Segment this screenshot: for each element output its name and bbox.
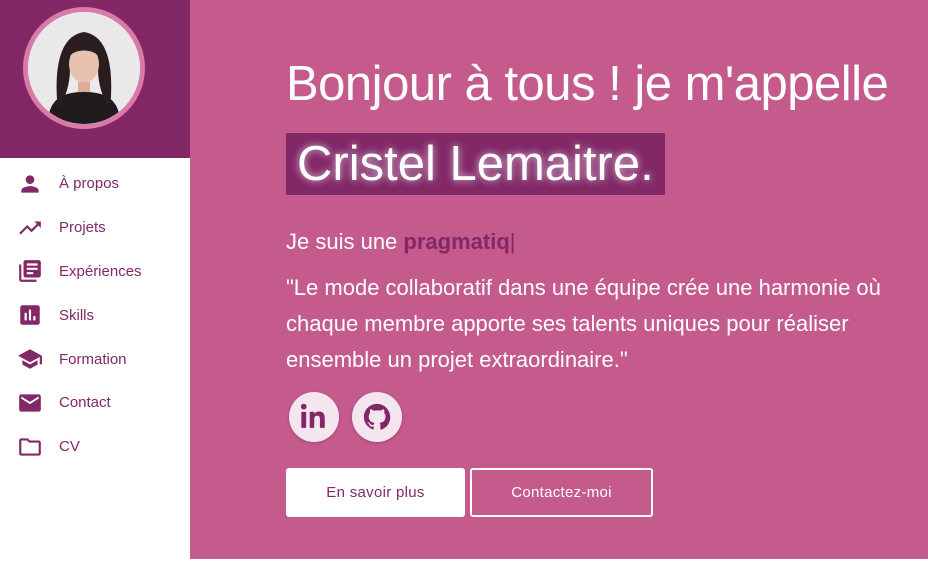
sidebar-item-cv[interactable]: CV — [0, 425, 190, 469]
sidebar-item-label: CV — [59, 438, 80, 456]
sidebar-item-projets[interactable]: Projets — [0, 206, 190, 250]
sidebar-item-label: À propos — [59, 175, 120, 193]
sidebar-item-formation[interactable]: Formation — [0, 337, 190, 381]
contact-me-button[interactable]: Contactez-moi — [470, 468, 653, 517]
learn-more-button[interactable]: En savoir plus — [286, 468, 465, 517]
mail-icon — [16, 389, 44, 417]
sidebar-item-skills[interactable]: Skills — [0, 293, 190, 337]
role-prefix: Je suis une — [286, 229, 398, 254]
typing-caret: | — [509, 229, 516, 254]
quote-text: "Le mode collaboratif dans une équipe cr… — [286, 275, 881, 372]
school-icon — [16, 345, 44, 373]
sidebar-header — [0, 0, 190, 158]
hero-section: Bonjour à tous ! je m'appelle Cristel Le… — [190, 0, 928, 559]
person-icon — [16, 170, 44, 198]
sidebar-item-label: Contact — [59, 394, 111, 412]
sidebar-item-a-propos[interactable]: À propos — [0, 162, 190, 206]
sidebar-item-experiences[interactable]: Expériences — [0, 250, 190, 294]
folder-icon — [16, 433, 44, 461]
sidebar-item-label: Expériences — [59, 262, 142, 280]
social-links — [289, 392, 402, 442]
trending-up-icon — [16, 214, 44, 242]
bar-chart-icon — [16, 301, 44, 329]
avatar — [23, 7, 145, 129]
linkedin-icon — [300, 403, 325, 428]
library-books-icon — [16, 257, 44, 285]
sidebar-nav: À propos Projets Expériences Skills Form… — [0, 162, 190, 469]
typed-role-word: pragmatiq — [403, 229, 510, 254]
person-name: Cristel Lemaitre. — [297, 137, 654, 191]
sidebar-item-label: Projets — [59, 219, 106, 237]
typed-role-line: Je suis une pragmatiq| — [286, 229, 516, 255]
sidebar: À propos Projets Expériences Skills Form… — [0, 0, 190, 559]
sidebar-item-contact[interactable]: Contact — [0, 381, 190, 425]
github-link[interactable] — [352, 392, 402, 442]
sidebar-item-label: Formation — [59, 350, 127, 368]
profile-photo — [28, 12, 140, 124]
greeting-heading: Bonjour à tous ! je m'appelle — [286, 57, 889, 111]
linkedin-link[interactable] — [289, 392, 339, 442]
sidebar-item-label: Skills — [59, 306, 95, 324]
name-highlight: Cristel Lemaitre. — [286, 133, 665, 195]
github-icon — [363, 403, 391, 430]
